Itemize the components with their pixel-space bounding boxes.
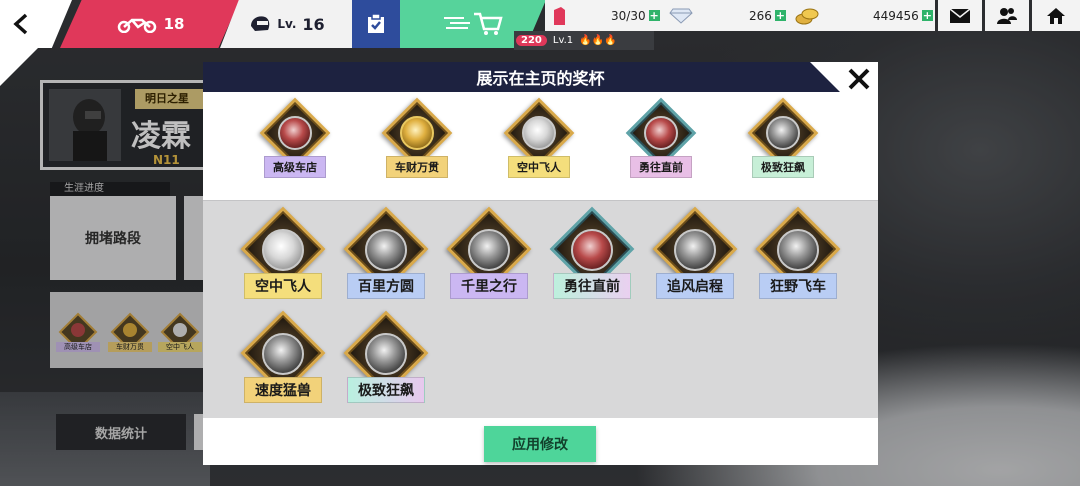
trophy-emblem-icon xyxy=(777,229,819,271)
diamond-value-wrap: 266 + xyxy=(749,0,786,31)
trophy-label: 极致狂飙 xyxy=(752,156,814,178)
motorcycle-count-tab[interactable]: 18 xyxy=(60,0,240,48)
trophy-label: 勇往直前 xyxy=(553,273,631,299)
diamond-icon xyxy=(669,8,693,24)
fuel-value: 30/30 xyxy=(611,8,646,23)
rank-strip: 220 Lv.1 🔥🔥🔥 xyxy=(514,31,654,50)
dialog-header: 展示在主页的奖杯 xyxy=(203,62,878,92)
friends-icon xyxy=(997,7,1017,24)
selected-trophies-row: 高级车店 车财万贯 空中飞人 勇往直前 极致狂飙 xyxy=(203,92,878,200)
trophy-showcase-dialog: 展示在主页的奖杯 高级车店 车财万贯 空中飞人 勇往直前 极致狂飙 空中飞人 百… xyxy=(203,62,878,465)
owned-trophy[interactable]: 千里之行 xyxy=(439,206,539,303)
selected-trophy[interactable]: 勇往直前 xyxy=(613,97,709,178)
diamond-resource[interactable] xyxy=(669,0,693,31)
owned-trophy[interactable]: 追风启程 xyxy=(645,206,745,303)
trophy-label: 空中飞人 xyxy=(508,156,570,178)
home-icon xyxy=(1047,7,1065,24)
selected-trophy[interactable]: 车财万贯 xyxy=(369,97,465,178)
trophy-emblem-icon xyxy=(468,229,510,271)
trophy-label: 狂野飞车 xyxy=(759,273,837,299)
trophy-emblem-icon xyxy=(262,229,304,271)
trophy-emblem-icon xyxy=(262,333,304,375)
trophy-emblem-icon xyxy=(766,116,800,150)
trophy-label: 车财万贯 xyxy=(386,156,448,178)
player-level-tab[interactable]: Lv. 16 xyxy=(220,0,354,48)
level-value: 16 xyxy=(302,14,325,34)
fuel-resource[interactable] xyxy=(551,0,567,31)
coin-value-wrap: 449456 + xyxy=(873,0,933,31)
owned-trophy[interactable]: 极致狂飙 xyxy=(336,310,436,407)
add-fuel-button[interactable]: + xyxy=(648,10,660,21)
mail-icon xyxy=(950,8,970,23)
top-bar: 18 Lv. 16 30/30 + 266 + 449456 + 220 Lv.… xyxy=(0,0,1080,50)
trophy-label: 空中飞人 xyxy=(244,273,322,299)
owned-trophy[interactable]: 百里方圆 xyxy=(336,206,436,303)
selected-trophy[interactable]: 极致狂飙 xyxy=(735,97,831,178)
trophy-emblem-icon xyxy=(365,229,407,271)
resource-bar: 30/30 + 266 + 449456 + xyxy=(545,0,935,31)
back-arrow-icon xyxy=(13,13,28,35)
trophy-emblem-icon xyxy=(522,116,556,150)
close-icon xyxy=(848,68,870,90)
task-button[interactable] xyxy=(352,0,400,48)
mail-button[interactable] xyxy=(938,0,982,31)
trophy-label: 百里方圆 xyxy=(347,273,425,299)
flame-icon: 🔥🔥🔥 xyxy=(579,35,617,46)
trophy-emblem-icon xyxy=(571,229,613,271)
motorcycle-count: 18 xyxy=(163,15,185,33)
helmet-icon xyxy=(251,16,270,31)
back-button[interactable] xyxy=(0,0,72,48)
trophy-label: 极致狂飙 xyxy=(347,377,425,403)
coin-resource[interactable] xyxy=(795,0,819,31)
apply-changes-button[interactable]: 应用修改 xyxy=(484,426,596,462)
trophy-label: 勇往直前 xyxy=(630,156,692,178)
fuel-value-wrap: 30/30 + xyxy=(611,0,660,31)
trophy-label: 高级车店 xyxy=(264,156,326,178)
coin-stack-icon xyxy=(795,8,819,24)
trophy-emblem-icon xyxy=(278,116,312,150)
owned-trophy[interactable]: 狂野飞车 xyxy=(748,206,848,303)
diamond-value: 266 xyxy=(749,8,772,23)
trophy-label: 千里之行 xyxy=(450,273,528,299)
trophy-emblem-icon xyxy=(365,333,407,375)
trophy-label: 速度猛兽 xyxy=(244,377,322,403)
trophy-emblem-icon xyxy=(644,116,678,150)
selected-trophy[interactable]: 空中飞人 xyxy=(491,97,587,178)
trophy-emblem-icon xyxy=(674,229,716,271)
owned-trophy[interactable]: 速度猛兽 xyxy=(233,310,333,407)
owned-trophies-grid: 空中飞人 百里方圆 千里之行 勇往直前 追风启程 狂野飞车 速度猛兽 极致狂飙 xyxy=(203,200,878,418)
dialog-title: 展示在主页的奖杯 xyxy=(476,69,605,88)
trophy-label: 追风启程 xyxy=(656,273,734,299)
add-coin-button[interactable]: + xyxy=(921,10,933,21)
rank-badge: 220 xyxy=(516,35,547,46)
selected-trophy[interactable]: 高级车店 xyxy=(247,97,343,178)
rank-level: Lv.1 xyxy=(552,35,574,46)
owned-trophy[interactable]: 空中飞人 xyxy=(233,206,333,303)
fuel-can-icon xyxy=(554,6,565,25)
owned-trophy[interactable]: 勇往直前 xyxy=(542,206,642,303)
close-button[interactable] xyxy=(844,64,874,94)
friends-button[interactable] xyxy=(985,0,1029,31)
clipboard-check-icon xyxy=(368,14,384,33)
add-diamond-button[interactable]: + xyxy=(774,10,786,21)
motorcycle-icon xyxy=(117,18,156,33)
trophy-emblem-icon xyxy=(400,116,434,150)
coin-value: 449456 xyxy=(873,8,919,23)
level-prefix: Lv. xyxy=(277,17,297,31)
shopping-cart-icon xyxy=(444,12,503,35)
home-button[interactable] xyxy=(1032,0,1080,31)
